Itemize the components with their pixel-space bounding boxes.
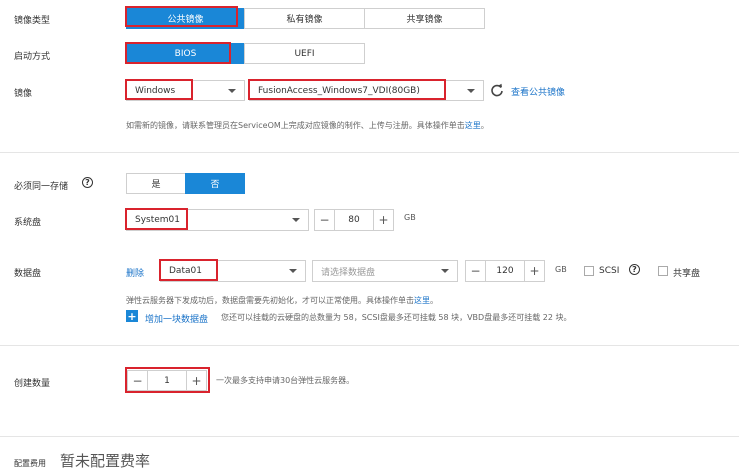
- system-disk-select[interactable]: System01: [126, 209, 309, 231]
- image-type-public-tab[interactable]: 公共镜像: [126, 8, 245, 29]
- quantity-hint: 一次最多支持申请30台弹性云服务器。: [216, 376, 355, 385]
- image-hint-suffix: 。: [480, 121, 489, 130]
- help-icon[interactable]: ?: [82, 177, 93, 188]
- image-type-label: 镜像类型: [14, 16, 51, 26]
- section-divider: [0, 345, 739, 346]
- system-disk-unit: GB: [404, 213, 416, 222]
- plus-icon[interactable]: +: [126, 310, 138, 323]
- boot-mode-label: 启动方式: [14, 52, 51, 62]
- data-disk-hint-text: 弹性云服务器下发成功后，数据盘需要先初始化，才可以正常使用。具体操作单击: [126, 296, 414, 305]
- os-select[interactable]: Windows: [126, 80, 245, 101]
- same-storage-label: 必须同一存储: [14, 182, 69, 192]
- view-public-images-link[interactable]: 查看公共镜像: [511, 85, 565, 98]
- quantity-minus-button[interactable]: −: [127, 370, 148, 391]
- image-label: 镜像: [14, 89, 33, 99]
- data-disk-label: 数据盘: [14, 269, 42, 279]
- section-divider: [0, 436, 739, 437]
- data-disk-plus-button[interactable]: +: [524, 260, 545, 282]
- chevron-down-icon: [292, 218, 300, 222]
- shared-disk-label: 共享盘: [673, 269, 701, 279]
- data-disk-size[interactable]: 120: [486, 260, 524, 282]
- chevron-down-icon: [228, 88, 236, 93]
- fee-value: 暂未配置费率: [60, 452, 151, 470]
- image-hint-link[interactable]: 这里: [465, 121, 481, 130]
- data-disk-minus-button[interactable]: −: [465, 260, 486, 282]
- system-disk-plus-button[interactable]: +: [373, 209, 394, 231]
- data-disk-choose-placeholder: 请选择数据盘: [321, 267, 376, 278]
- help-icon[interactable]: ?: [629, 264, 640, 275]
- add-data-disk-link[interactable]: 增加一块数据盘: [145, 312, 208, 325]
- fee-label: 配置费用: [14, 459, 46, 468]
- add-data-disk-hint: 您还可以挂载的云硬盘的总数量为 58，SCSI盘最多还可挂载 58 块，VBD盘…: [221, 313, 572, 322]
- os-select-value: Windows: [135, 85, 176, 96]
- shared-disk-checkbox[interactable]: [658, 266, 668, 276]
- chevron-down-icon: [467, 88, 475, 93]
- data-disk-choose-select[interactable]: 请选择数据盘: [312, 260, 458, 282]
- data-disk-select[interactable]: Data01: [160, 260, 306, 282]
- image-select-value: FusionAccess_Windows7_VDI(80GB): [258, 85, 420, 96]
- image-type-private-tab[interactable]: 私有镜像: [244, 8, 365, 29]
- same-storage-no-tab[interactable]: 否: [185, 173, 245, 194]
- quantity-plus-button[interactable]: +: [186, 370, 207, 391]
- system-disk-value: System01: [135, 215, 181, 225]
- boot-mode-uefi-tab[interactable]: UEFI: [244, 43, 365, 64]
- image-hint-text: 如需新的镜像，请联系管理员在ServiceOM上完成对应镜像的制作、上传与注册。…: [126, 121, 465, 130]
- delete-data-disk-link[interactable]: 删除: [126, 266, 144, 279]
- section-divider: [0, 152, 739, 153]
- system-disk-label: 系统盘: [14, 218, 42, 228]
- scsi-label: SCSI: [599, 266, 620, 276]
- data-disk-value: Data01: [169, 266, 202, 276]
- scsi-checkbox[interactable]: [584, 266, 594, 276]
- data-disk-unit: GB: [555, 265, 567, 274]
- system-disk-minus-button[interactable]: −: [314, 209, 335, 231]
- quantity-label: 创建数量: [14, 379, 51, 389]
- image-hint: 如需新的镜像，请联系管理员在ServiceOM上完成对应镜像的制作、上传与注册。…: [126, 120, 489, 131]
- image-select[interactable]: FusionAccess_Windows7_VDI(80GB): [249, 80, 484, 101]
- data-disk-hint: 弹性云服务器下发成功后，数据盘需要先初始化，才可以正常使用。具体操作单击这里。: [126, 295, 438, 306]
- chevron-down-icon: [289, 269, 297, 273]
- data-disk-hint-suffix: 。: [430, 296, 438, 305]
- quantity-value[interactable]: 1: [148, 370, 186, 391]
- same-storage-yes-tab[interactable]: 是: [126, 173, 186, 194]
- system-disk-size[interactable]: 80: [335, 209, 373, 231]
- boot-mode-bios-tab[interactable]: BIOS: [126, 43, 245, 64]
- data-disk-hint-link[interactable]: 这里: [414, 296, 430, 305]
- refresh-icon[interactable]: [490, 83, 504, 97]
- image-type-shared-tab[interactable]: 共享镜像: [364, 8, 485, 29]
- chevron-down-icon: [441, 269, 449, 273]
